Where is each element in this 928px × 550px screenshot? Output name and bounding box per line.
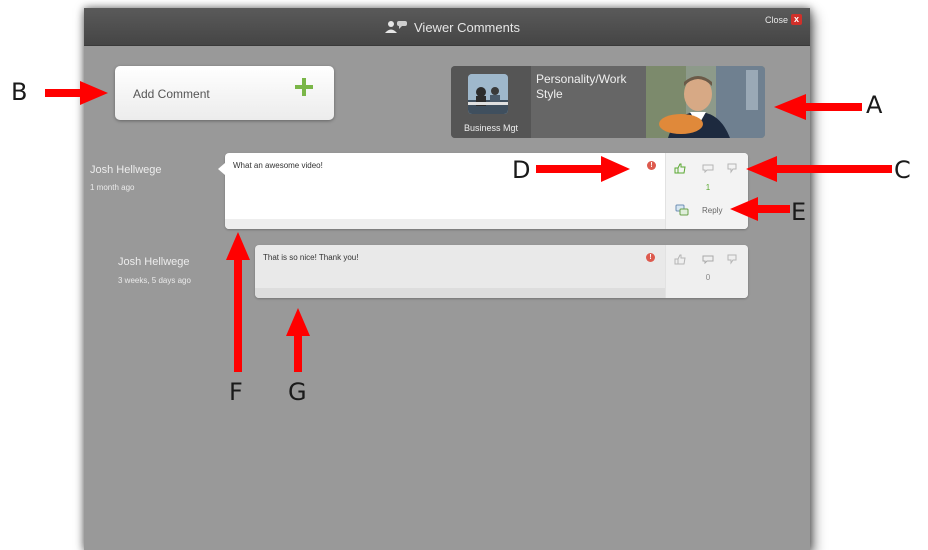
arrow-e — [730, 197, 790, 221]
arrow-b — [45, 81, 108, 105]
arrow-a — [774, 94, 862, 120]
annotation-b: B — [11, 78, 28, 106]
annotation-d: D — [512, 156, 531, 184]
arrow-c — [746, 156, 892, 182]
arrow-d — [536, 156, 630, 182]
annotation-a: A — [866, 91, 883, 119]
arrow-g — [286, 308, 310, 372]
annotation-e: E — [791, 198, 807, 226]
annotation-g: G — [288, 378, 307, 406]
arrow-f — [226, 232, 250, 372]
annotation-arrows — [45, 81, 892, 372]
annotation-c: C — [894, 156, 911, 184]
annotation-f: F — [229, 378, 243, 406]
